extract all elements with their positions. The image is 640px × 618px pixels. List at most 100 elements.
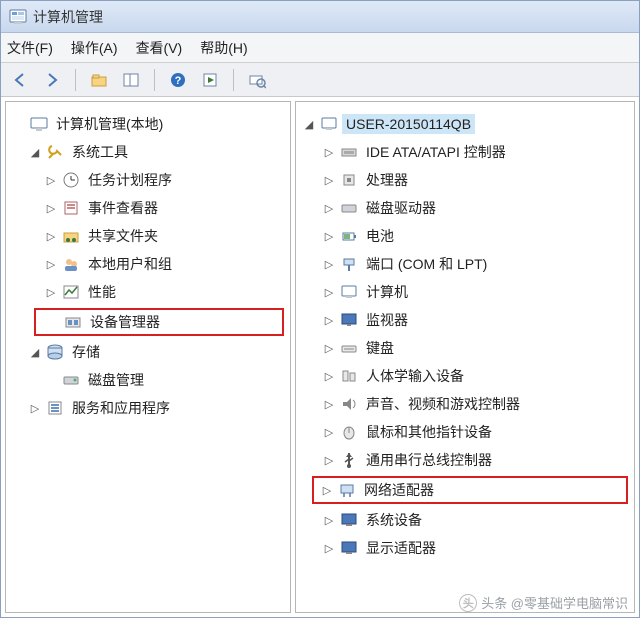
- node-label: 通用串行总线控制器: [362, 448, 496, 472]
- separator: [154, 69, 155, 91]
- caret-collapsed-icon[interactable]: ▷: [320, 484, 334, 497]
- watermark-icon: 头: [459, 594, 477, 612]
- node-label: 系统设备: [362, 508, 426, 532]
- caret-collapsed-icon[interactable]: ▷: [322, 426, 336, 439]
- up-button[interactable]: [86, 67, 112, 93]
- menu-view[interactable]: 查看(V): [136, 38, 183, 58]
- device-manager-icon: [64, 313, 82, 331]
- computer-icon: [320, 115, 338, 133]
- node-label: USER-20150114QB: [342, 114, 475, 134]
- watermark: 头 头条 @零基础学电脑常识: [459, 593, 628, 612]
- right-tree-pane[interactable]: ◢ USER-20150114QB ▷ IDE ATA/ATAPI 控制器 ▷ …: [295, 101, 635, 613]
- node-performance[interactable]: ▷ 性能: [12, 278, 284, 306]
- node-label: 端口 (COM 和 LPT): [362, 252, 491, 276]
- node-display-adapters[interactable]: ▷ 显示适配器: [302, 534, 628, 562]
- caret-collapsed-icon[interactable]: ▷: [322, 398, 336, 411]
- refresh-scan-button[interactable]: [244, 67, 270, 93]
- node-label: 人体学输入设备: [362, 364, 468, 388]
- caret-collapsed-icon[interactable]: ▷: [322, 202, 336, 215]
- performance-icon: [62, 283, 80, 301]
- node-task-scheduler[interactable]: ▷ 任务计划程序: [12, 166, 284, 194]
- network-icon: [338, 481, 356, 499]
- caret-collapsed-icon[interactable]: ▷: [322, 230, 336, 243]
- disk-drive-icon: [340, 199, 358, 217]
- keyboard-icon: [340, 339, 358, 357]
- node-label: 监视器: [362, 308, 412, 332]
- node-system-devices[interactable]: ▷ 系统设备: [302, 506, 628, 534]
- caret-collapsed-icon[interactable]: ▷: [322, 542, 336, 555]
- caret-collapsed-icon[interactable]: ▷: [322, 146, 336, 159]
- node-storage[interactable]: ◢ 存储: [12, 338, 284, 366]
- show-hide-button[interactable]: [118, 67, 144, 93]
- event-icon: [62, 199, 80, 217]
- node-label: 服务和应用程序: [68, 396, 174, 420]
- node-device-manager[interactable]: ▷ 设备管理器: [34, 308, 284, 336]
- pc-icon: [340, 283, 358, 301]
- caret-collapsed-icon[interactable]: ▷: [322, 370, 336, 383]
- caret-expanded-icon[interactable]: ◢: [28, 146, 42, 159]
- caret-collapsed-icon[interactable]: ▷: [44, 174, 58, 187]
- node-services-apps[interactable]: ▷ 服务和应用程序: [12, 394, 284, 422]
- node-computer-devices[interactable]: ▷ 计算机: [302, 278, 628, 306]
- node-computer-root[interactable]: ◢ USER-20150114QB: [302, 110, 628, 138]
- node-hid[interactable]: ▷ 人体学输入设备: [302, 362, 628, 390]
- properties-button[interactable]: [197, 67, 223, 93]
- menu-action[interactable]: 操作(A): [71, 38, 118, 58]
- node-keyboards[interactable]: ▷ 键盘: [302, 334, 628, 362]
- node-disk-management[interactable]: ▷ 磁盘管理: [12, 366, 284, 394]
- menu-file[interactable]: 文件(F): [7, 38, 53, 58]
- node-disk-drives[interactable]: ▷ 磁盘驱动器: [302, 194, 628, 222]
- node-usb[interactable]: ▷ 通用串行总线控制器: [302, 446, 628, 474]
- caret-collapsed-icon[interactable]: ▷: [28, 402, 42, 415]
- shared-folder-icon: [62, 227, 80, 245]
- node-event-viewer[interactable]: ▷ 事件查看器: [12, 194, 284, 222]
- caret-collapsed-icon[interactable]: ▷: [44, 230, 58, 243]
- node-ide[interactable]: ▷ IDE ATA/ATAPI 控制器: [302, 138, 628, 166]
- node-ports[interactable]: ▷ 端口 (COM 和 LPT): [302, 250, 628, 278]
- caret-collapsed-icon[interactable]: ▷: [322, 258, 336, 271]
- caret-expanded-icon[interactable]: ◢: [302, 118, 316, 131]
- back-button[interactable]: [7, 67, 33, 93]
- menu-help[interactable]: 帮助(H): [200, 38, 247, 58]
- node-label: 磁盘管理: [84, 368, 148, 392]
- menubar: 文件(F) 操作(A) 查看(V) 帮助(H): [1, 33, 639, 63]
- node-computer-management[interactable]: ▷ 计算机管理(本地): [12, 110, 284, 138]
- node-battery[interactable]: ▷ 电池: [302, 222, 628, 250]
- tools-icon: [46, 143, 64, 161]
- node-label: 本地用户和组: [84, 252, 176, 276]
- separator: [75, 69, 76, 91]
- node-label: 电池: [362, 224, 398, 248]
- battery-icon: [340, 227, 358, 245]
- cpu-icon: [340, 171, 358, 189]
- node-sound[interactable]: ▷ 声音、视频和游戏控制器: [302, 390, 628, 418]
- node-label: 事件查看器: [84, 196, 162, 220]
- node-label: 处理器: [362, 168, 412, 192]
- hid-icon: [340, 367, 358, 385]
- caret-collapsed-icon[interactable]: ▷: [44, 286, 58, 299]
- node-local-users[interactable]: ▷ 本地用户和组: [12, 250, 284, 278]
- left-tree-pane[interactable]: ▷ 计算机管理(本地) ◢ 系统工具 ▷ 任务计划程序 ▷ 事件查看器: [5, 101, 291, 613]
- caret-expanded-icon[interactable]: ◢: [28, 346, 42, 359]
- caret-collapsed-icon[interactable]: ▷: [322, 286, 336, 299]
- node-mouse[interactable]: ▷ 鼠标和其他指针设备: [302, 418, 628, 446]
- caret-collapsed-icon[interactable]: ▷: [322, 514, 336, 527]
- forward-button[interactable]: [39, 67, 65, 93]
- node-shared-folders[interactable]: ▷ 共享文件夹: [12, 222, 284, 250]
- caret-collapsed-icon[interactable]: ▷: [44, 258, 58, 271]
- watermark-text: 头条 @零基础学电脑常识: [481, 593, 628, 612]
- node-label: 性能: [84, 280, 120, 304]
- node-label: 计算机管理(本地): [52, 112, 167, 136]
- caret-collapsed-icon[interactable]: ▷: [322, 174, 336, 187]
- caret-collapsed-icon[interactable]: ▷: [322, 342, 336, 355]
- port-icon: [340, 255, 358, 273]
- node-monitors[interactable]: ▷ 监视器: [302, 306, 628, 334]
- caret-collapsed-icon[interactable]: ▷: [44, 202, 58, 215]
- node-network-adapters[interactable]: ▷ 网络适配器: [312, 476, 628, 504]
- node-label: 计算机: [362, 280, 412, 304]
- caret-collapsed-icon[interactable]: ▷: [322, 314, 336, 327]
- help-button[interactable]: ?: [165, 67, 191, 93]
- caret-collapsed-icon[interactable]: ▷: [322, 454, 336, 467]
- caret: ▷: [12, 118, 26, 131]
- node-system-tools[interactable]: ◢ 系统工具: [12, 138, 284, 166]
- node-cpu[interactable]: ▷ 处理器: [302, 166, 628, 194]
